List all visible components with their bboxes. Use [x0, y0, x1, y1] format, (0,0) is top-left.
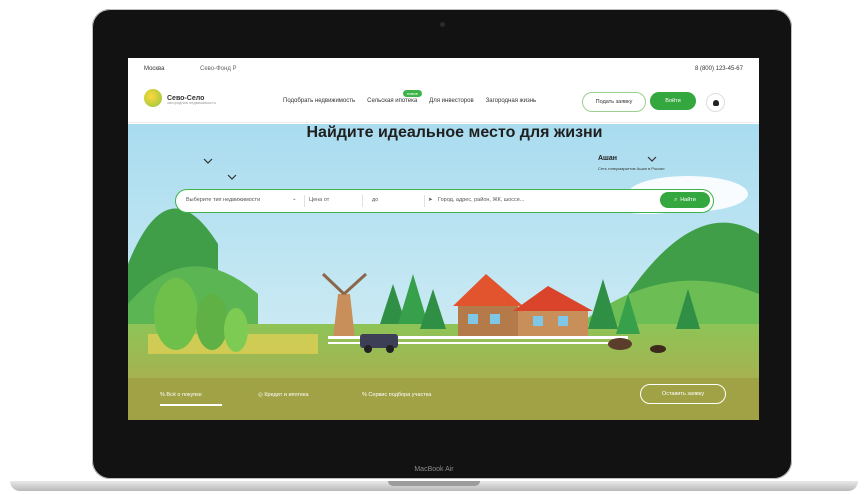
location-pin-icon: ➤ — [428, 197, 433, 203]
coin-icon: ◎ — [258, 392, 263, 398]
login-button[interactable]: Войти — [650, 92, 696, 110]
camera-icon — [440, 22, 445, 27]
navbar: Сево-Село загородная недвижимость Подобр… — [128, 78, 759, 123]
divider — [304, 195, 305, 207]
location-input[interactable]: Город, адрес, район, ЖК, шоссе... — [438, 197, 524, 203]
tab-active-indicator — [160, 404, 222, 406]
chevron-down-icon[interactable]: ⌄ — [292, 196, 297, 202]
user-button[interactable] — [706, 93, 725, 112]
search-icon: ⌕ — [674, 196, 678, 203]
region-label: Сево-Фонд Р — [200, 66, 237, 72]
main-menu: Подобрать недвижимость Сельская ипотека … — [283, 98, 536, 104]
tab-buying[interactable]: % Всё о покупке — [160, 392, 202, 398]
logo-icon — [144, 89, 162, 107]
new-badge: новое — [403, 90, 422, 97]
divider — [362, 195, 363, 207]
logo[interactable]: Сево-Село загородная недвижимость — [144, 88, 216, 108]
tab-plot-service[interactable]: % Сервис подбора участка — [362, 392, 431, 398]
search-button[interactable]: ⌕ Найти — [660, 192, 710, 208]
partner-logo[interactable]: Ашан — [598, 155, 617, 162]
tab-credit-label: Кредит и ипотека — [264, 392, 309, 398]
topbar: Москва Сево-Фонд Р 8 (800) 123-45-67 — [128, 58, 759, 78]
leave-request-button[interactable]: Оставить заявку — [640, 384, 726, 404]
login-button-label: Войти — [665, 98, 681, 104]
percent-icon: % — [362, 392, 367, 398]
apply-button[interactable]: Подать заявку — [582, 92, 646, 112]
laptop-notch — [388, 481, 480, 486]
menu-item-mortgage[interactable]: Сельская ипотека — [367, 98, 417, 104]
menu-item-life[interactable]: Загородная жизнь — [486, 98, 537, 104]
search-button-label: Найти — [680, 197, 696, 203]
menu-item-select[interactable]: Подобрать недвижимость — [283, 98, 355, 104]
logo-subtitle: загородная недвижимость — [167, 100, 216, 105]
tab-buying-label: Всё о покупке — [166, 392, 202, 398]
device-label: MacBook Air — [414, 466, 454, 473]
menu-item-investors[interactable]: Для инвесторов — [429, 98, 473, 104]
price-from-input[interactable]: Цена от — [309, 197, 329, 203]
tab-plot-service-label: Сервис подбора участка — [368, 392, 432, 398]
tab-credit[interactable]: ◎ Кредит и ипотека — [258, 392, 309, 398]
user-icon — [712, 99, 719, 106]
property-type-select[interactable]: Выберите тип недвижимости — [186, 197, 260, 203]
partner-subtitle: Сеть гипермаркетов Ашан в России — [598, 166, 665, 171]
hero-title: Найдите идеальное место для жизни — [306, 124, 603, 141]
phone-link[interactable]: 8 (800) 123-45-67 — [695, 66, 743, 72]
city-selector[interactable]: Москва — [144, 66, 164, 72]
screen: Москва Сево-Фонд Р 8 (800) 123-45-67 Сев… — [128, 58, 759, 420]
search-bar: Выберите тип недвижимости ⌄ Цена от до ➤… — [175, 189, 714, 213]
percent-icon: % — [160, 392, 165, 398]
price-to-input[interactable]: до — [372, 197, 378, 203]
divider — [424, 195, 425, 207]
hero-tabs: % Всё о покупке ◎ Кредит и ипотека % Сер… — [128, 378, 759, 408]
